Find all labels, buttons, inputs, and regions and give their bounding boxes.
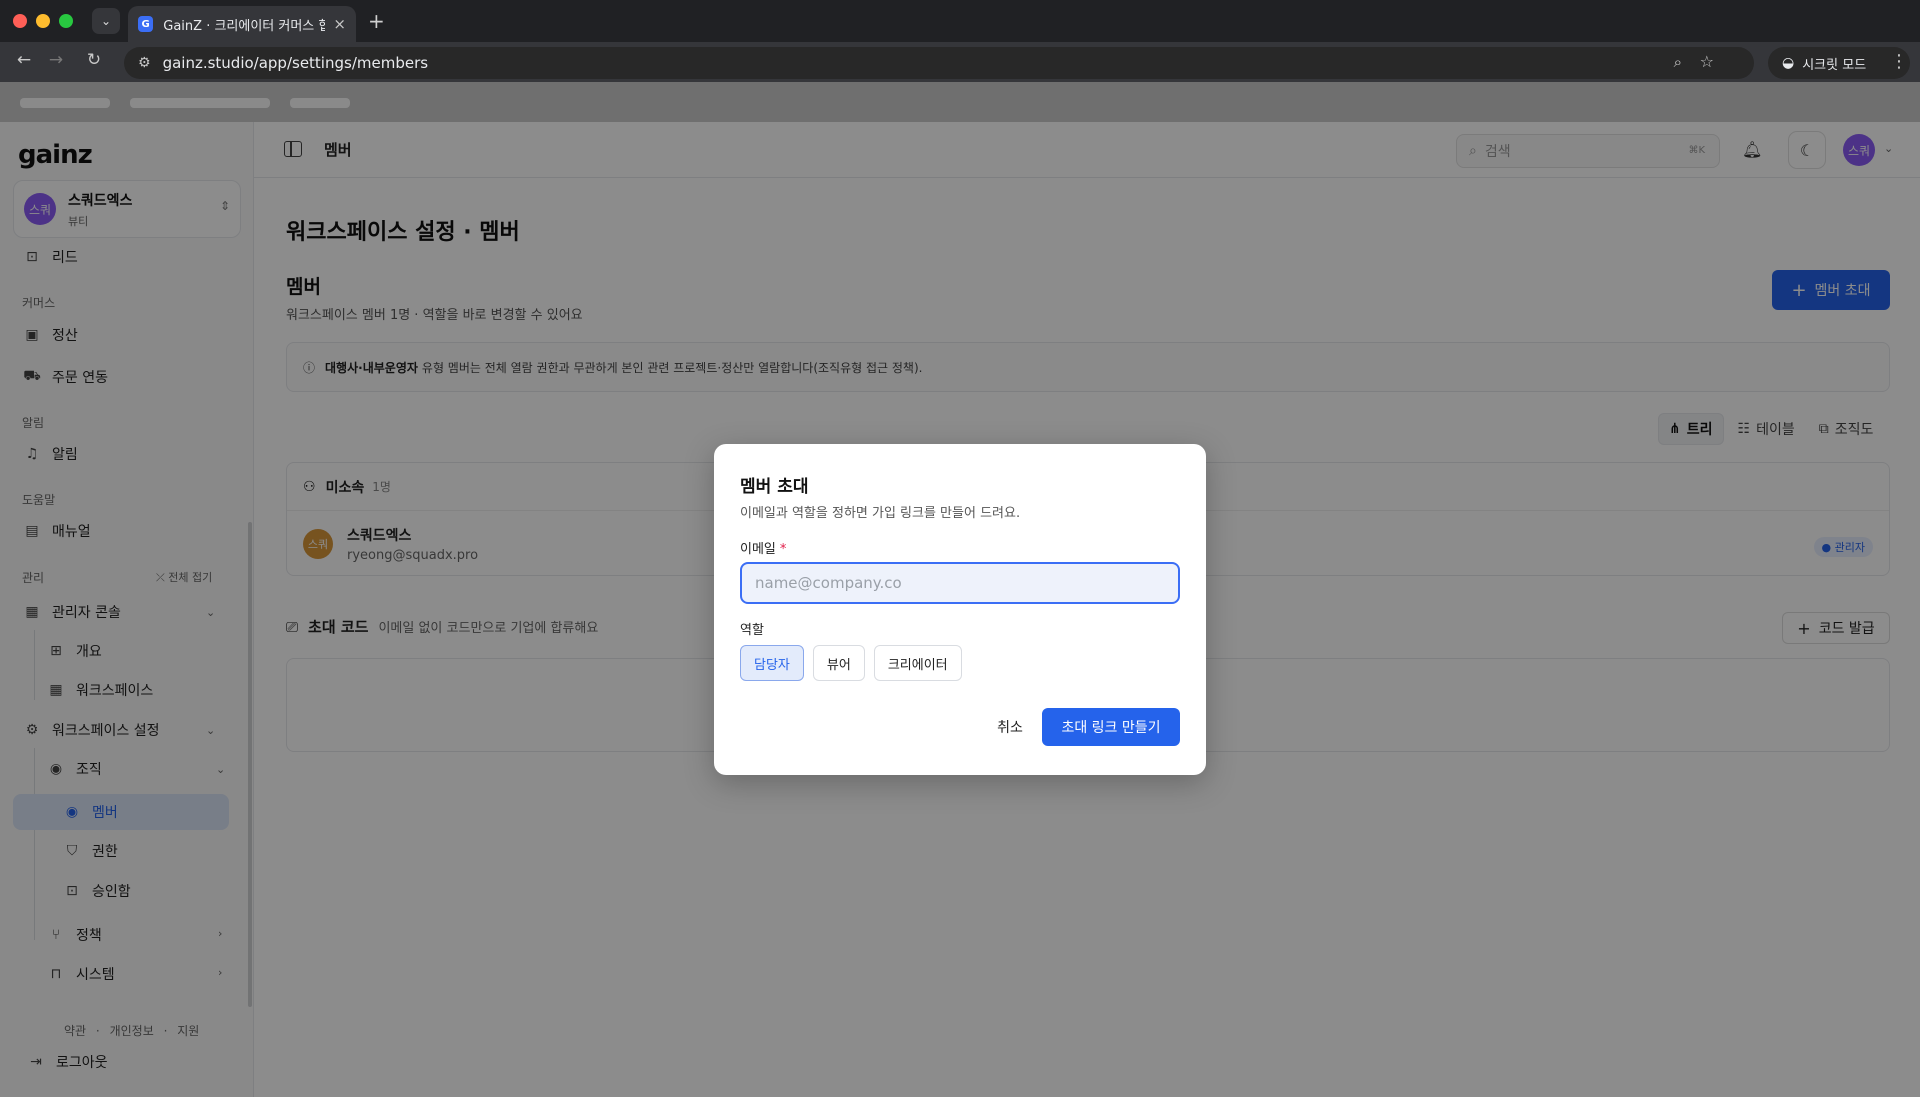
bookmark-item[interactable] [290,98,350,108]
role-selector: 담당자 뷰어 크리에이터 [740,645,971,681]
cancel-button[interactable]: 취소 [980,708,1040,746]
browser-tab[interactable]: G GainZ · 크리에이터 커머스 협업 C × [128,6,356,42]
window-close-button[interactable] [13,14,27,28]
incognito-indicator[interactable]: ◒ 시크릿 모드 [1768,47,1910,79]
create-invite-link-button[interactable]: 초대 링크 만들기 [1042,708,1180,746]
email-field[interactable] [740,562,1180,604]
new-tab-plus-icon[interactable]: + [368,9,385,33]
bookmark-item[interactable] [20,98,110,108]
bookmark-item[interactable] [130,98,270,108]
window-zoom-button[interactable] [59,14,73,28]
invite-member-dialog: 멤버 초대 이메일과 역할을 정하면 가입 링크를 만들어 드려요. 이메일 * … [714,444,1206,775]
role-option-creator[interactable]: 크리에이터 [873,645,962,681]
tab-search-chevron-down-icon[interactable]: ⌄ [92,8,120,34]
incognito-label: 시크릿 모드 [1802,57,1867,73]
tab-bar: ⌄ G GainZ · 크리에이터 커머스 협업 C × + [0,0,1920,42]
browser-toolbar: ← → ↻ ⚙ gainz.studio/app/settings/member… [0,42,1920,82]
required-marker: * [779,542,787,557]
forward-arrow-icon[interactable]: → [44,50,68,70]
email-label: 이메일 * [740,538,786,557]
address-url[interactable]: gainz.studio/app/settings/members [163,54,429,72]
tab-title: GainZ · 크리에이터 커머스 협업 C [163,18,326,34]
role-option-manager[interactable]: 담당자 [740,645,804,681]
incognito-icon: ◒ [1782,55,1795,71]
favicon-icon: G [138,16,154,32]
site-settings-icon[interactable]: ⚙ [138,55,151,71]
reload-icon[interactable]: ↻ [82,50,106,70]
tab-close-icon[interactable]: × [333,15,346,33]
browser-menu-icon[interactable]: ⋮ [1890,51,1908,72]
bookmarks-bar [0,82,1920,122]
zoom-icon[interactable]: ⌕ [1674,53,1682,71]
window-minimize-button[interactable] [36,14,50,28]
back-arrow-icon[interactable]: ← [12,50,36,70]
browser-chrome: ⌄ G GainZ · 크리에이터 커머스 협업 C × + ← → ↻ ⚙ g… [0,0,1920,82]
role-option-viewer[interactable]: 뷰어 [812,645,865,681]
address-bar[interactable]: ⚙ gainz.studio/app/settings/members ⌕ ☆ [124,47,1754,79]
email-label-text: 이메일 [740,542,776,557]
bookmark-star-icon[interactable]: ☆ [1700,52,1714,71]
role-label: 역할 [740,623,764,638]
dialog-title: 멤버 초대 [740,477,809,497]
dialog-description: 이메일과 역할을 정하면 가입 링크를 만들어 드려요. [740,506,1021,521]
